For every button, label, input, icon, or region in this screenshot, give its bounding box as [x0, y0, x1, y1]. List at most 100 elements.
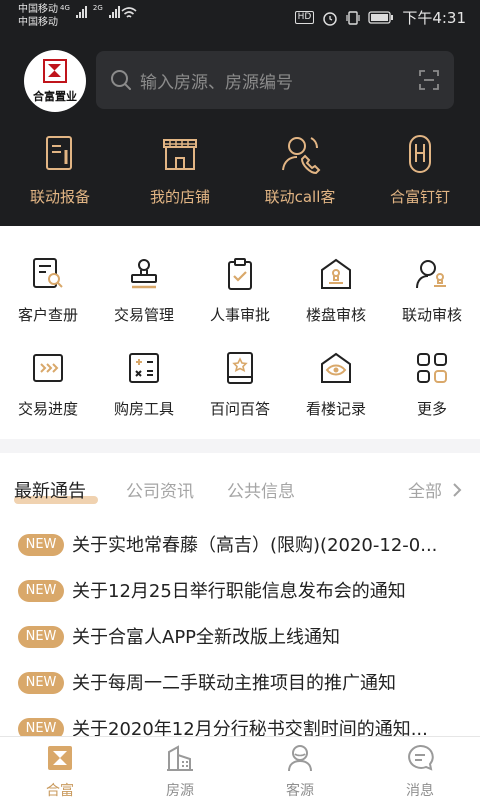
nav-tab-listings[interactable]: 房源: [120, 737, 240, 800]
status-right: HD 下午4:31: [294, 7, 466, 28]
quick-action-report[interactable]: 联动报备: [0, 132, 120, 207]
tab-company-news[interactable]: 公司资讯: [126, 477, 194, 502]
news-item[interactable]: NEW 关于合富人APP全新改版上线通知: [0, 617, 480, 663]
grid-item-faq[interactable]: 百问百答: [192, 350, 288, 419]
grid-label: 楼盘审核: [305, 306, 366, 324]
report-icon: [46, 136, 72, 170]
quick-action-store[interactable]: 我的店铺: [120, 132, 240, 207]
more-grid-icon: [417, 353, 447, 383]
nav-label: 房源: [166, 783, 194, 799]
news-title: 关于每周一二手联动主推项目的推广通知: [72, 673, 396, 694]
grid-item-building-review[interactable]: 楼盘审核: [288, 256, 384, 325]
building-review-icon: [321, 258, 351, 289]
signal-icon: [75, 6, 87, 18]
tab-label: 最新通告: [14, 481, 86, 502]
nav-tab-home[interactable]: 合富: [0, 737, 120, 800]
grid-item-more[interactable]: 更多: [384, 350, 480, 419]
search-icon: [111, 70, 131, 90]
grid-item-transaction[interactable]: 交易管理: [96, 256, 192, 325]
news-title: 关于合富人APP全新改版上线通知: [72, 627, 341, 648]
nav-label: 客源: [286, 783, 314, 799]
news-section: 最新通告 公司资讯 公共信息 全部 NEW 关于实地常春藤（高吉）(限购)(20…: [0, 453, 480, 740]
news-tabs: 最新通告 公司资讯 公共信息 全部: [0, 453, 480, 511]
quick-action-pin[interactable]: 合富钉钉: [360, 132, 480, 207]
logo-mark-icon: [43, 59, 67, 83]
status-bar: 中国移动 中国移动 4G 2G HD 下午4:31: [0, 0, 480, 32]
bottom-nav: 合富 房源 客源 消息: [0, 736, 480, 800]
progress-icon: [33, 354, 63, 382]
quick-action-label: 联动call客: [264, 188, 336, 206]
grid-label: 百问百答: [209, 400, 270, 418]
carrier-2: 中国移动: [18, 17, 58, 28]
grid-label: 交易管理: [113, 306, 174, 324]
grid-row-2: 交易进度 购房工具 百问百答 看楼记录 更多: [0, 350, 480, 419]
grid-item-linkage-review[interactable]: 联动审核: [384, 256, 480, 325]
quick-actions: 联动报备 我的店铺 联动call客 合富钉钉: [0, 132, 480, 207]
logo-text: 合富置业: [33, 90, 77, 103]
stamp-icon: [131, 259, 157, 289]
nav-tab-clients[interactable]: 客源: [240, 737, 360, 800]
nav-label: 消息: [406, 783, 434, 799]
search-bar[interactable]: 输入房源、房源编号: [96, 51, 454, 109]
grid-label: 购房工具: [113, 400, 174, 418]
chevron-right-icon: [453, 482, 462, 497]
grid-item-viewing-records[interactable]: 看楼记录: [288, 350, 384, 419]
home-logo-icon: [48, 746, 72, 770]
news-list: NEW 关于实地常春藤（高吉）(限购)(2020-12-0... NEW 关于1…: [0, 525, 480, 755]
grid-label: 人事审批: [209, 306, 270, 324]
message-icon: [408, 744, 434, 771]
quick-action-call[interactable]: 联动call客: [240, 132, 360, 207]
news-item[interactable]: NEW 关于每周一二手联动主推项目的推广通知: [0, 663, 480, 709]
buildings-icon: [167, 745, 193, 771]
wifi-icon: [121, 7, 137, 18]
news-item[interactable]: NEW 关于实地常春藤（高吉）(限购)(2020-12-0...: [0, 525, 480, 571]
calculator-icon: [129, 353, 159, 383]
battery-icon: [368, 11, 394, 24]
header: 合富置业 输入房源、房源编号 联动报备 我的店铺 联动call客 合富钉钉: [0, 32, 480, 226]
signal-icon: [108, 6, 120, 18]
grid-label: 更多: [416, 400, 447, 418]
company-logo[interactable]: 合富置业: [24, 50, 86, 112]
book-star-icon: [227, 352, 253, 384]
quick-action-label: 联动报备: [29, 188, 90, 206]
function-grid: 客户查册 交易管理 人事审批 楼盘审核 联动审核 交易进度 购房工具 百问百答 …: [0, 226, 480, 439]
news-title: 关于实地常春藤（高吉）(限购)(2020-12-0...: [72, 535, 438, 556]
signal-indicators: 4G 2G: [60, 4, 120, 18]
network-type-1: 4G: [60, 4, 70, 12]
alarm-icon: [323, 11, 338, 26]
user-review-icon: [416, 260, 446, 289]
grid-label: 客户查册: [17, 306, 78, 324]
grid-row-1: 客户查册 交易管理 人事审批 楼盘审核 联动审核: [0, 256, 480, 325]
scan-icon[interactable]: [418, 69, 440, 91]
clipboard-check-icon: [228, 258, 252, 290]
call-icon: [282, 137, 321, 175]
pin-icon: [409, 135, 431, 173]
house-eye-icon: [321, 352, 351, 383]
nav-tab-messages[interactable]: 消息: [360, 737, 480, 800]
grid-item-customer-search[interactable]: 客户查册: [0, 256, 96, 325]
quick-action-label: 我的店铺: [149, 188, 210, 206]
customer-search-icon: [33, 258, 63, 288]
search-input[interactable]: 输入房源、房源编号: [140, 68, 293, 93]
clock: 下午4:31: [402, 9, 466, 27]
tab-public-info[interactable]: 公共信息: [227, 477, 295, 502]
vibrate-icon: [346, 10, 360, 25]
grid-item-hr-approval[interactable]: 人事审批: [192, 256, 288, 325]
tab-latest-notice[interactable]: 最新通告: [14, 477, 86, 503]
new-badge: NEW: [18, 626, 64, 648]
hd-badge: HD: [294, 11, 315, 24]
view-all-label: 全部: [408, 482, 442, 502]
app-screen: 中国移动 中国移动 4G 2G HD 下午4:31 合富置业 输入房源、房源编号…: [0, 0, 480, 800]
person-icon: [288, 745, 312, 772]
grid-item-tools[interactable]: 购房工具: [96, 350, 192, 419]
grid-label: 看楼记录: [305, 400, 366, 418]
carrier-info: 中国移动 中国移动: [18, 3, 58, 29]
nav-label: 合富: [46, 783, 74, 799]
grid-label: 联动审核: [401, 306, 462, 324]
news-item[interactable]: NEW 关于12月25日举行职能信息发布会的通知: [0, 571, 480, 617]
grid-item-progress[interactable]: 交易进度: [0, 350, 96, 419]
new-badge: NEW: [18, 580, 64, 602]
network-type-2: 2G: [92, 4, 103, 12]
quick-action-label: 合富钉钉: [389, 188, 450, 206]
view-all-link[interactable]: 全部: [408, 477, 462, 502]
